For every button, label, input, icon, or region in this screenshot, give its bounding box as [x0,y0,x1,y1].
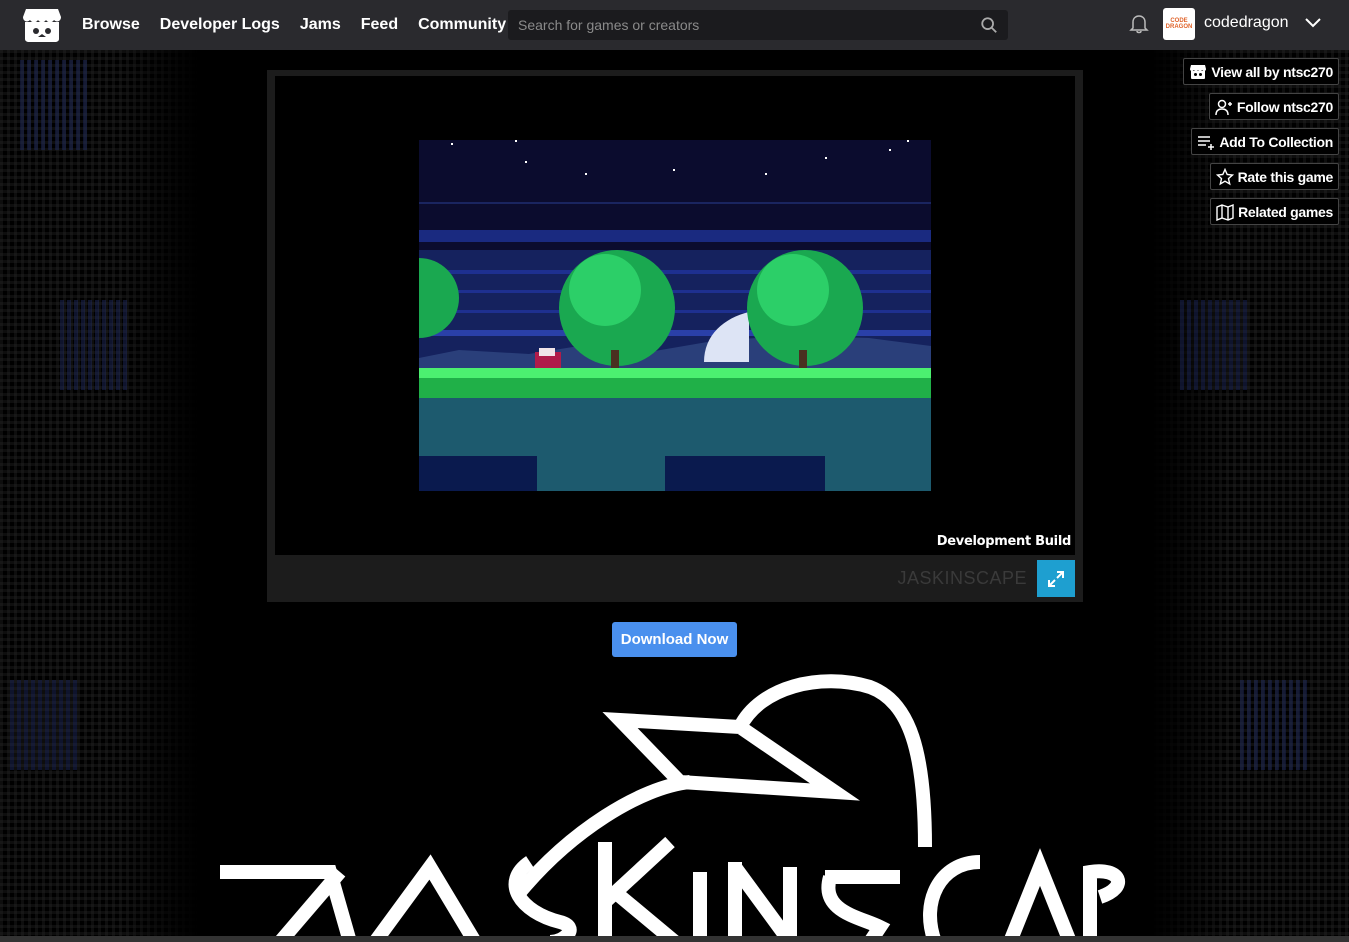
background-decor [1240,680,1310,770]
background-decor [1180,300,1250,390]
background-decor [10,680,80,770]
avatar[interactable]: CODE DRAGON [1163,8,1195,40]
game-scene [419,140,931,491]
background-decor [20,60,90,150]
add-to-collection-label: Add To Collection [1219,133,1333,150]
search-bar [508,10,1008,40]
background-decor [60,300,130,390]
map-icon [1216,203,1234,221]
username[interactable]: codedragon [1204,14,1289,32]
development-build-label: Development Build [936,534,1072,549]
download-now-button[interactable]: Download Now [612,622,737,657]
game-title-label: JASKINSCAPE [897,568,1027,588]
background-pattern-left [0,50,200,942]
nav-community[interactable]: Community [418,16,506,34]
nav-feed[interactable]: Feed [361,16,398,34]
top-header: Browse Developer Logs Jams Feed Communit… [0,0,1349,50]
game-canvas[interactable]: Development Build [275,76,1075,555]
chevron-down-icon[interactable] [1304,14,1322,32]
game-embed: Development Build JASKINSCAPE [267,70,1083,602]
game-action-buttons: View all by ntsc270 Follow ntsc270 Add T… [1183,58,1339,225]
playlist-add-icon [1198,135,1215,150]
bell-icon[interactable] [1128,12,1150,34]
add-to-collection-button[interactable]: Add To Collection [1191,128,1339,155]
view-all-by-author-button[interactable]: View all by ntsc270 [1183,58,1339,85]
star-icon [1215,167,1234,185]
rate-game-button[interactable]: Rate this game [1209,163,1339,190]
itchio-logo-icon[interactable] [22,7,62,43]
rate-game-label: Rate this game [1237,168,1334,185]
main-nav: Browse Developer Logs Jams Feed Communit… [82,16,506,34]
search-input[interactable] [508,17,980,33]
view-all-label: View all by ntsc270 [1211,63,1333,80]
game-logo-image [220,674,1125,942]
nav-browse[interactable]: Browse [82,16,140,34]
follow-label: Follow ntsc270 [1236,98,1333,115]
expand-icon [1048,570,1064,587]
itchio-icon [1190,64,1207,79]
related-games-label: Related games [1238,203,1333,220]
related-games-button[interactable]: Related games [1210,198,1339,225]
fullscreen-button[interactable] [1037,560,1075,597]
follow-button[interactable]: Follow ntsc270 [1208,93,1339,120]
nav-developer-logs[interactable]: Developer Logs [160,16,280,34]
nav-jams[interactable]: Jams [300,16,341,34]
user-plus-icon [1215,99,1232,115]
bottom-scrollbar[interactable] [0,936,1349,942]
search-icon[interactable] [980,16,998,34]
